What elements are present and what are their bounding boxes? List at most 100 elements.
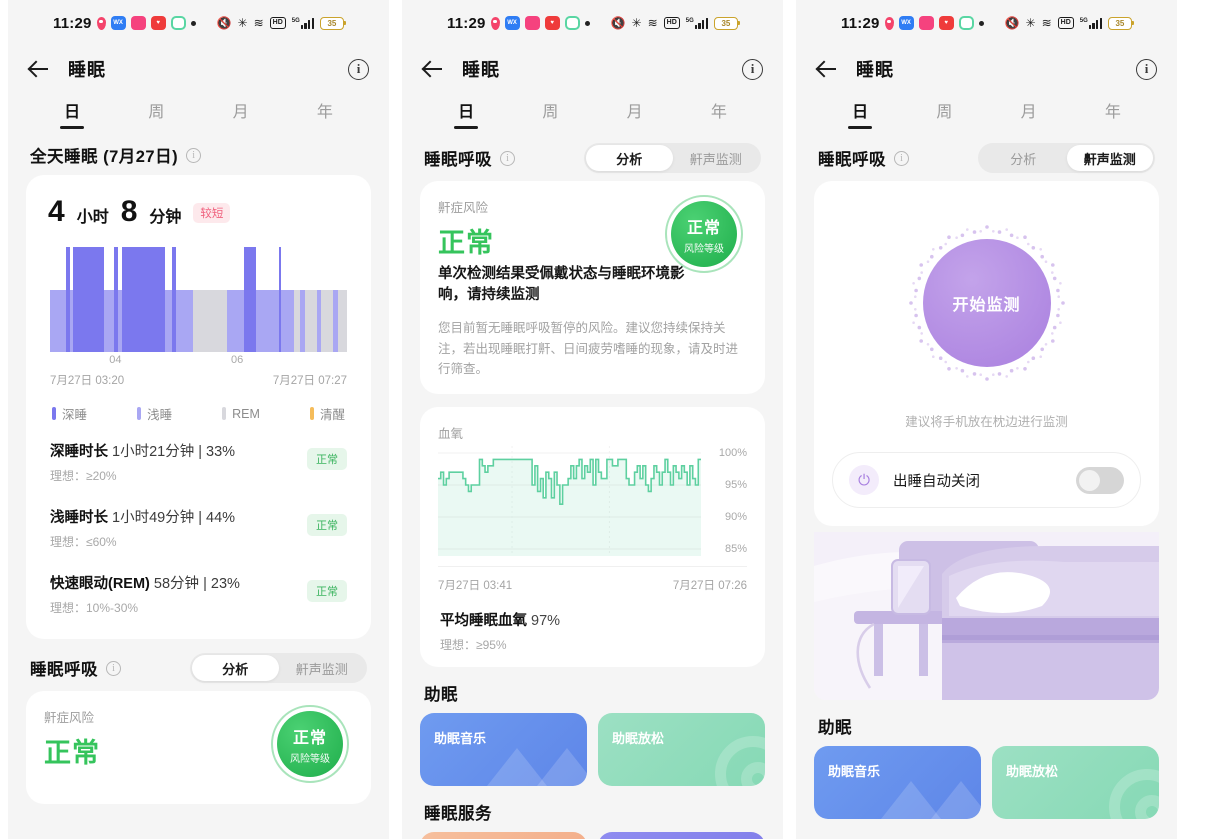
help-card-music-3[interactable]: 助眠音乐 (814, 746, 981, 819)
breathing-header-1: 睡眠呼吸 i 分析 鼾声监测 (8, 639, 389, 691)
back-button-2[interactable] (422, 58, 444, 80)
help-sleep-title-3: 助眠 (818, 719, 852, 737)
breathing-header-3: 睡眠呼吸 i 分析 鼾声监测 (796, 129, 1177, 181)
hypnogram-tick: 04 (109, 354, 122, 366)
legend-awake-label: 清醒 (319, 408, 345, 422)
help-cards-2: 助眠音乐 助眠放松 (402, 712, 783, 786)
seg-snore-2[interactable]: 鼾声监测 (673, 145, 760, 171)
page-title: 睡眠 (68, 60, 106, 80)
nav-bar-3: 睡眠 i (796, 46, 1177, 92)
mute-icon: 🔇 (216, 16, 232, 30)
sleep-service-header-2: 睡眠服务 (402, 786, 783, 832)
seg-snore-1[interactable]: 鼾声监测 (279, 655, 366, 681)
help-sleep-title-2: 助眠 (424, 685, 458, 704)
auto-close-label: 出睡自动关闭 (893, 473, 980, 490)
hd-icon-3: HD (1057, 17, 1074, 29)
seg-analysis-3[interactable]: 分析 (980, 145, 1067, 171)
phone-panel-2: 11:29 WX ♥ 🔇 ✳ ≋ HD 5G 35 睡眠 i 日 周 月 年 睡… (402, 0, 783, 839)
stat-rem-main: 快速眼动(REM) 58分钟 | 23% (50, 572, 240, 593)
power-icon: ⏻ (849, 465, 879, 495)
auto-close-switch[interactable] (1076, 466, 1124, 494)
sleep-start-time: 7月27日 03:20 (50, 375, 125, 387)
breathing-header-2: 睡眠呼吸 i 分析 鼾声监测 (402, 129, 783, 181)
tab-month[interactable]: 月 (199, 98, 283, 129)
bluetooth-icon-2: ✳ (631, 16, 642, 30)
sleep-summary-card: 4 小时 8 分钟 较短 04 06 7月27日 03:20 7月27日 07:2… (26, 175, 371, 639)
status-right-group: 🔇 ✳ ≋ HD 5G 35 (216, 16, 347, 30)
status-bar-2: 11:29 WX ♥ 🔇 ✳ ≋ HD 5G 35 (402, 0, 783, 46)
info-icon-3[interactable]: i (1136, 58, 1157, 80)
page-title-2: 睡眠 (462, 60, 500, 80)
avg-spo2-name: 平均睡眠血氧 (440, 612, 527, 629)
tab-day-3[interactable]: 日 (818, 98, 902, 129)
total-hours-unit: 小时 (76, 209, 109, 226)
tab-day[interactable]: 日 (30, 98, 114, 129)
avg-spo2-row: 平均睡眠血氧 97% 理想：≥95% (438, 593, 747, 653)
stat-rem-name: 快速眼动(REM) (50, 576, 150, 592)
bedroom-illustration-svg (814, 532, 1159, 700)
avg-spo2-ideal: 理想：≥95% (440, 637, 507, 652)
service-cards-2 (402, 831, 783, 839)
breathing-info-icon-1[interactable]: i (106, 660, 121, 676)
total-hours: 4 (48, 195, 65, 228)
breathing-info-icon-2[interactable]: i (500, 150, 515, 166)
bluetooth-icon-3: ✳ (1025, 16, 1036, 30)
tab-week[interactable]: 周 (114, 98, 198, 129)
service-card-2[interactable] (598, 831, 765, 839)
tab-day-2[interactable]: 日 (424, 98, 508, 129)
wifi-icon: ≋ (253, 16, 264, 30)
tab-year-2[interactable]: 年 (677, 98, 761, 129)
tab-month-2[interactable]: 月 (593, 98, 677, 129)
help-card-music-label-2: 助眠音乐 (434, 730, 487, 746)
period-tabs-1: 日 周 月 年 (8, 92, 389, 129)
auto-close-row[interactable]: ⏻ 出睡自动关闭 (832, 452, 1141, 508)
breathing-info-icon-3[interactable]: i (894, 150, 909, 166)
app-green-icon-2 (564, 16, 580, 30)
avg-spo2-value: 97% (531, 612, 561, 629)
tab-year-3[interactable]: 年 (1071, 98, 1155, 129)
tab-month-3[interactable]: 月 (987, 98, 1071, 129)
hypnogram-deep-peak (66, 247, 70, 352)
bluetooth-icon: ✳ (237, 16, 248, 30)
status-dot-icon-3 (978, 20, 984, 26)
service-card-1[interactable] (420, 831, 587, 839)
tab-year[interactable]: 年 (283, 98, 367, 129)
help-card-relax-label-3: 助眠放松 (1006, 764, 1059, 779)
spo2-y-tick: 95% (724, 478, 747, 491)
hypnogram-segment (227, 290, 244, 352)
tab-week-3[interactable]: 周 (902, 98, 986, 129)
back-button-3[interactable] (816, 58, 838, 80)
info-icon[interactable]: i (348, 58, 369, 80)
app-blue-icon-2: WX (504, 16, 520, 30)
seg-analysis-2[interactable]: 分析 (586, 145, 673, 171)
help-card-music-label-3: 助眠音乐 (828, 764, 881, 779)
sleep-end-time: 7月27日 07:27 (272, 375, 347, 387)
stat-light-name: 浅睡时长 (50, 510, 108, 526)
breathing-segmented-1: 分析 鼾声监测 (190, 653, 367, 683)
network-label-3: 5G (1079, 17, 1088, 24)
breathing-title-1: 睡眠呼吸 (30, 661, 98, 679)
signal-icon-3: 5G (1079, 17, 1102, 29)
hypnogram-deep-peak (243, 247, 257, 352)
status-left-group-2: 11:29 WX ♥ (447, 15, 590, 32)
back-button[interactable] (28, 58, 50, 80)
help-card-relax-2[interactable]: 助眠放松 (598, 712, 765, 786)
risk-badge-circle-1: 正常 风险等级 (271, 705, 349, 783)
seg-snore-3[interactable]: 鼾声监测 (1066, 145, 1153, 171)
status-left-group-3: 11:29 WX ♥ (841, 15, 984, 32)
tab-week-2[interactable]: 周 (508, 98, 592, 129)
legend-light: 浅睡 (137, 404, 172, 423)
legend-rem: REM (222, 404, 260, 423)
snore-risk-subtitle-2: 单次检测结果受佩戴状态与睡眠环境影响，请持续监测 (438, 266, 685, 304)
page-title-3: 睡眠 (856, 60, 894, 80)
allday-info-icon[interactable]: i (186, 147, 202, 163)
sleep-service-title-2: 睡眠服务 (424, 804, 492, 823)
hypnogram-deep-peak (172, 247, 176, 352)
help-card-relax-3[interactable]: 助眠放松 (992, 746, 1159, 819)
spo2-end-time: 7月27日 07:26 (672, 579, 747, 592)
network-label-2: 5G (685, 17, 694, 24)
info-icon-2[interactable]: i (742, 58, 763, 80)
start-monitor-button[interactable]: 开始监测 (922, 239, 1051, 367)
seg-analysis-1[interactable]: 分析 (192, 655, 279, 681)
help-card-music-2[interactable]: 助眠音乐 (420, 712, 587, 786)
